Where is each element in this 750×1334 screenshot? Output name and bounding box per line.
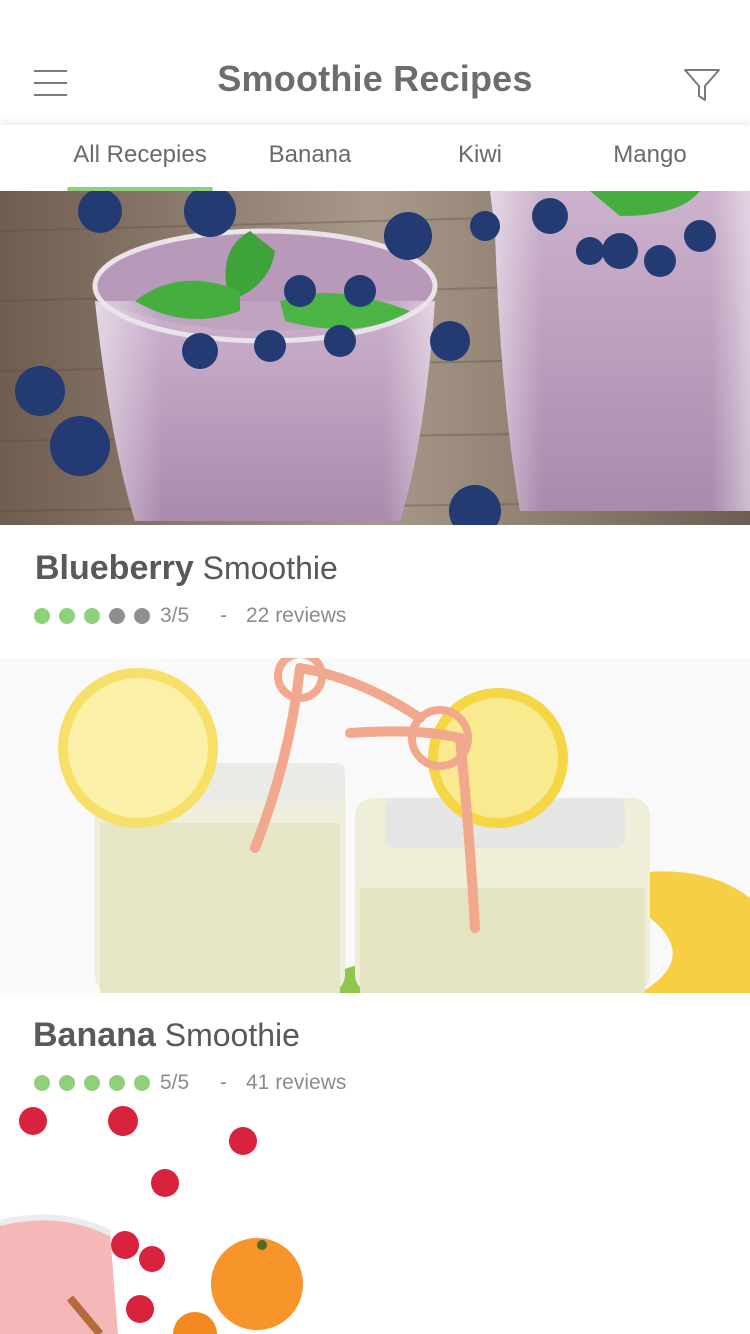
rating-score: 3/5 [160,604,190,627]
tab-label: Kiwi [457,141,502,168]
raspberry-smoothie-photo [0,1103,750,1334]
review-count: 22 reviews [246,604,347,627]
rating-score: 5/5 [160,1071,190,1094]
recipe-title: Blueberry Smoothie [35,549,338,588]
tab-label: Banana [268,141,352,168]
rating-dot [34,1075,50,1091]
recipe-suffix: Smoothie [164,1017,300,1053]
rating-dot [109,608,125,624]
filter-funnel-icon[interactable] [683,67,721,103]
category-tabs: All Recepies Banana Kiwi Mango [0,125,750,191]
tab-kiwi[interactable]: Kiwi [410,141,550,191]
rating-row: 5/5 - 41 reviews [34,1071,374,1096]
rating-dot [84,1075,100,1091]
rating-dot [59,608,75,624]
recipe-card-raspberry[interactable] [0,1103,750,1334]
rating-row: 3/5 - 22 reviews [34,604,374,629]
rating-dot [34,608,50,624]
rating-separator: - [220,604,227,627]
rating-dot [84,608,100,624]
tab-label: Mango [613,141,687,168]
recipe-title: Banana Smoothie [33,1016,300,1055]
review-count: 41 reviews [246,1071,347,1094]
rating-dot [134,608,150,624]
recipe-name: Banana [33,1016,156,1054]
page-title: Smoothie Recipes [217,58,533,99]
blueberry-smoothie-photo [0,191,750,525]
recipe-name: Blueberry [35,549,194,587]
tab-mango[interactable]: Mango [580,141,720,191]
recipe-card-blueberry[interactable]: Blueberry Smoothie 3/5 - 22 reviews [0,191,750,658]
tab-banana[interactable]: Banana [240,141,380,191]
app-header: Smoothie Recipes [0,0,750,125]
rating-separator: - [220,1071,227,1094]
tab-label: All Recepies [73,141,207,168]
tab-all-recepies[interactable]: All Recepies [60,141,220,191]
recipe-suffix: Smoothie [202,550,338,586]
rating-dot [109,1075,125,1091]
recipe-card-banana[interactable]: Banana Smoothie 5/5 - 41 reviews [0,658,750,1103]
rating-dot [59,1075,75,1091]
rating-dot [134,1075,150,1091]
banana-smoothie-photo [0,658,750,993]
